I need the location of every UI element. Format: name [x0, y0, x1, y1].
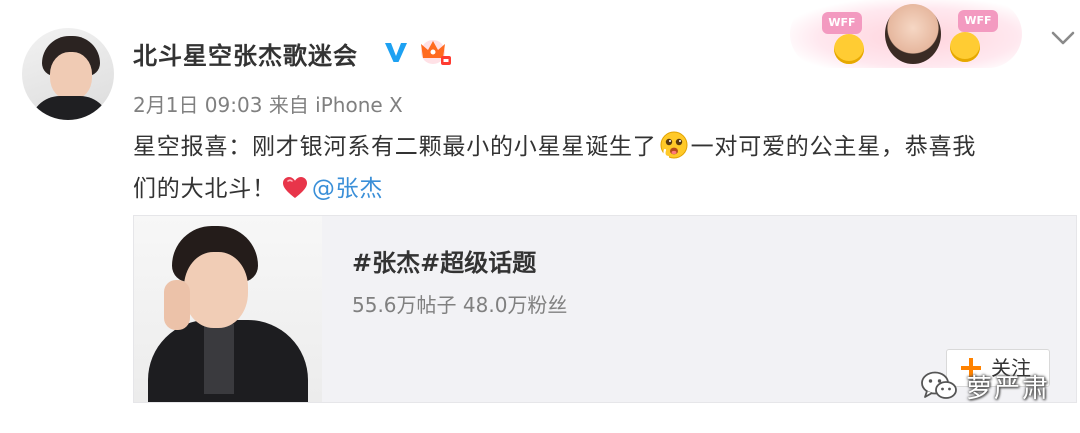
header-decoration-banner: WFF WFF [790, 0, 1022, 68]
mention-link[interactable]: @张杰 [312, 176, 383, 202]
heart-icon [282, 177, 307, 198]
post-text-line-2: 们的大北斗！ @张杰 [133, 169, 383, 203]
source-device: iPhone X [315, 93, 403, 117]
username[interactable]: 北斗星空张杰歌迷会 [133, 36, 358, 71]
wechat-watermark: 萝严肃 [920, 366, 1050, 406]
wff-badge-right: WFF [958, 10, 998, 32]
topic-stats: 55.6万帖子 48.0万粉丝 [352, 293, 568, 317]
wff-badge-left: WFF [822, 12, 862, 34]
source-prefix: 来自 [268, 93, 309, 117]
smiley-sticker-right [950, 32, 980, 62]
smiley-sticker-left [834, 34, 864, 64]
post-text-part-1: 星空报喜：刚才银河系有二颗最小的小星星诞生了 [133, 134, 657, 160]
post-text-part-2: 一对可爱的公主星，恭喜我 [690, 134, 977, 160]
avatar[interactable] [22, 28, 114, 120]
weibo-post: WFF WFF 北斗星空张杰歌迷会 2月1日 09:03 来自 iPhone X… [0, 0, 1080, 433]
topic-photo [134, 216, 322, 402]
wechat-icon [921, 371, 957, 399]
post-text-part-3: 们的大北斗！ [133, 176, 276, 202]
drooling-face-emoji-icon [660, 131, 688, 159]
banner-portrait [885, 4, 941, 64]
verified-v-icon [385, 43, 407, 62]
topic-title[interactable]: #张杰#超级话题 [352, 243, 536, 278]
chevron-down-icon[interactable] [1050, 28, 1076, 48]
post-text-line-1: 星空报喜：刚才银河系有二颗最小的小星星诞生了 一对可爱的公主星，恭喜我 [133, 127, 976, 161]
crown-vip-icon [421, 40, 451, 65]
post-meta: 2月1日 09:03 来自 iPhone X [133, 89, 403, 118]
post-date[interactable]: 2月1日 09:03 [133, 93, 262, 117]
watermark-text: 萝严肃 [966, 373, 1051, 404]
